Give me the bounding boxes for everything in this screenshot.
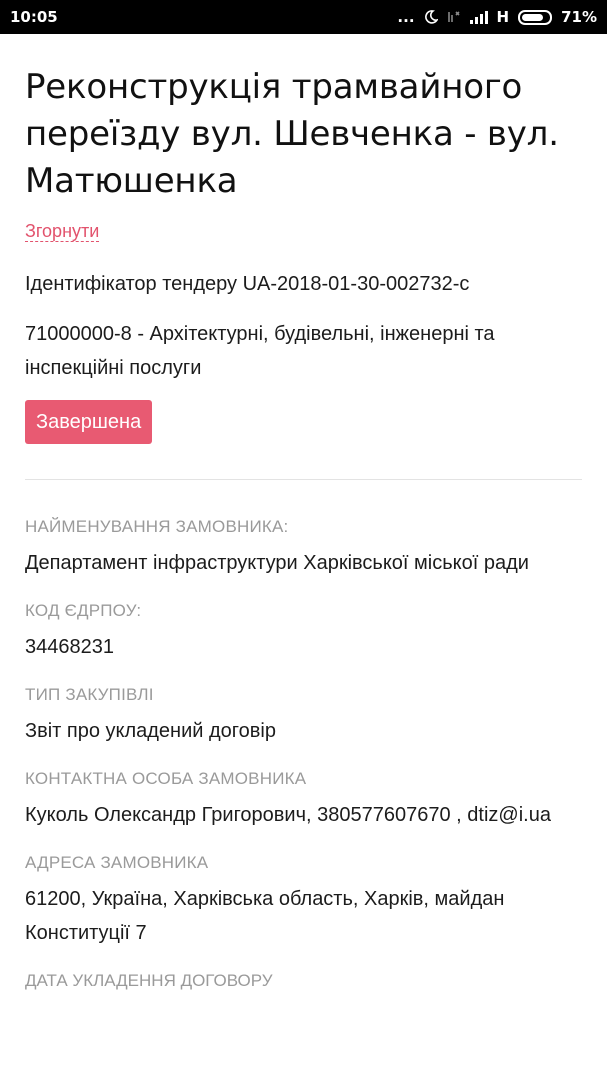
page-title: Реконструкція трамвайного переїзду вул. … bbox=[25, 67, 559, 201]
field-label: ТИП ЗАКУПІВЛІ bbox=[25, 685, 154, 704]
customer-name-field: НАЙМЕНУВАННЯ ЗАМОВНИКА: Департамент інфр… bbox=[25, 516, 582, 580]
field-value: 61200, Україна, Харківська область, Харк… bbox=[25, 888, 505, 944]
field-value: Звіт про укладений договір bbox=[25, 720, 276, 742]
status-badge: Завершена bbox=[25, 400, 153, 444]
field-value: 34468231 bbox=[25, 636, 114, 658]
field-label: КОНТАКТНА ОСОБА ЗАМОВНИКА bbox=[25, 769, 307, 788]
field-label: АДРЕСА ЗАМОВНИКА bbox=[25, 853, 209, 872]
tender-page: Реконструкція трамвайного переїзду вул. … bbox=[0, 64, 607, 992]
status-bar: 10:05 ... H 71% bbox=[0, 0, 607, 34]
status-time: 10:05 bbox=[10, 8, 58, 26]
contract-date-label: ДАТА УКЛАДЕННЯ ДОГОВОРУ bbox=[25, 971, 273, 990]
more-dots-icon: ... bbox=[397, 8, 415, 26]
moon-icon bbox=[424, 10, 438, 24]
field-label: НАЙМЕНУВАННЯ ЗАМОВНИКА: bbox=[25, 517, 289, 536]
procurement-type-field: ТИП ЗАКУПІВЛІ Звіт про укладений договір bbox=[25, 684, 582, 748]
field-value: Куколь Олександр Григорович, 38057760767… bbox=[25, 804, 551, 826]
tender-id: Ідентифікатор тендеру UA-2018-01-30-0027… bbox=[25, 273, 470, 295]
contact-person-field: КОНТАКТНА ОСОБА ЗАМОВНИКА Куколь Олексан… bbox=[25, 768, 582, 832]
field-label: КОД ЄДРПОУ: bbox=[25, 601, 142, 620]
signal-icon bbox=[469, 10, 488, 24]
customer-info: НАЙМЕНУВАННЯ ЗАМОВНИКА: Департамент інфр… bbox=[25, 516, 582, 992]
status-icons: ... H 71% bbox=[397, 8, 597, 26]
field-value: Департамент інфраструктури Харківської м… bbox=[25, 552, 529, 574]
collapse-link[interactable]: Згорнути bbox=[25, 221, 100, 242]
battery-icon bbox=[518, 9, 553, 25]
network-type: H bbox=[496, 8, 510, 26]
battery-percent: 71% bbox=[561, 8, 597, 26]
divider bbox=[25, 479, 582, 480]
cpv-classification: 71000000-8 - Архітектурні, будівельні, і… bbox=[25, 323, 495, 379]
customer-address-field: АДРЕСА ЗАМОВНИКА 61200, Україна, Харківс… bbox=[25, 852, 582, 950]
no-signal-icon bbox=[447, 9, 461, 25]
edrpou-field: КОД ЄДРПОУ: 34468231 bbox=[25, 600, 582, 664]
